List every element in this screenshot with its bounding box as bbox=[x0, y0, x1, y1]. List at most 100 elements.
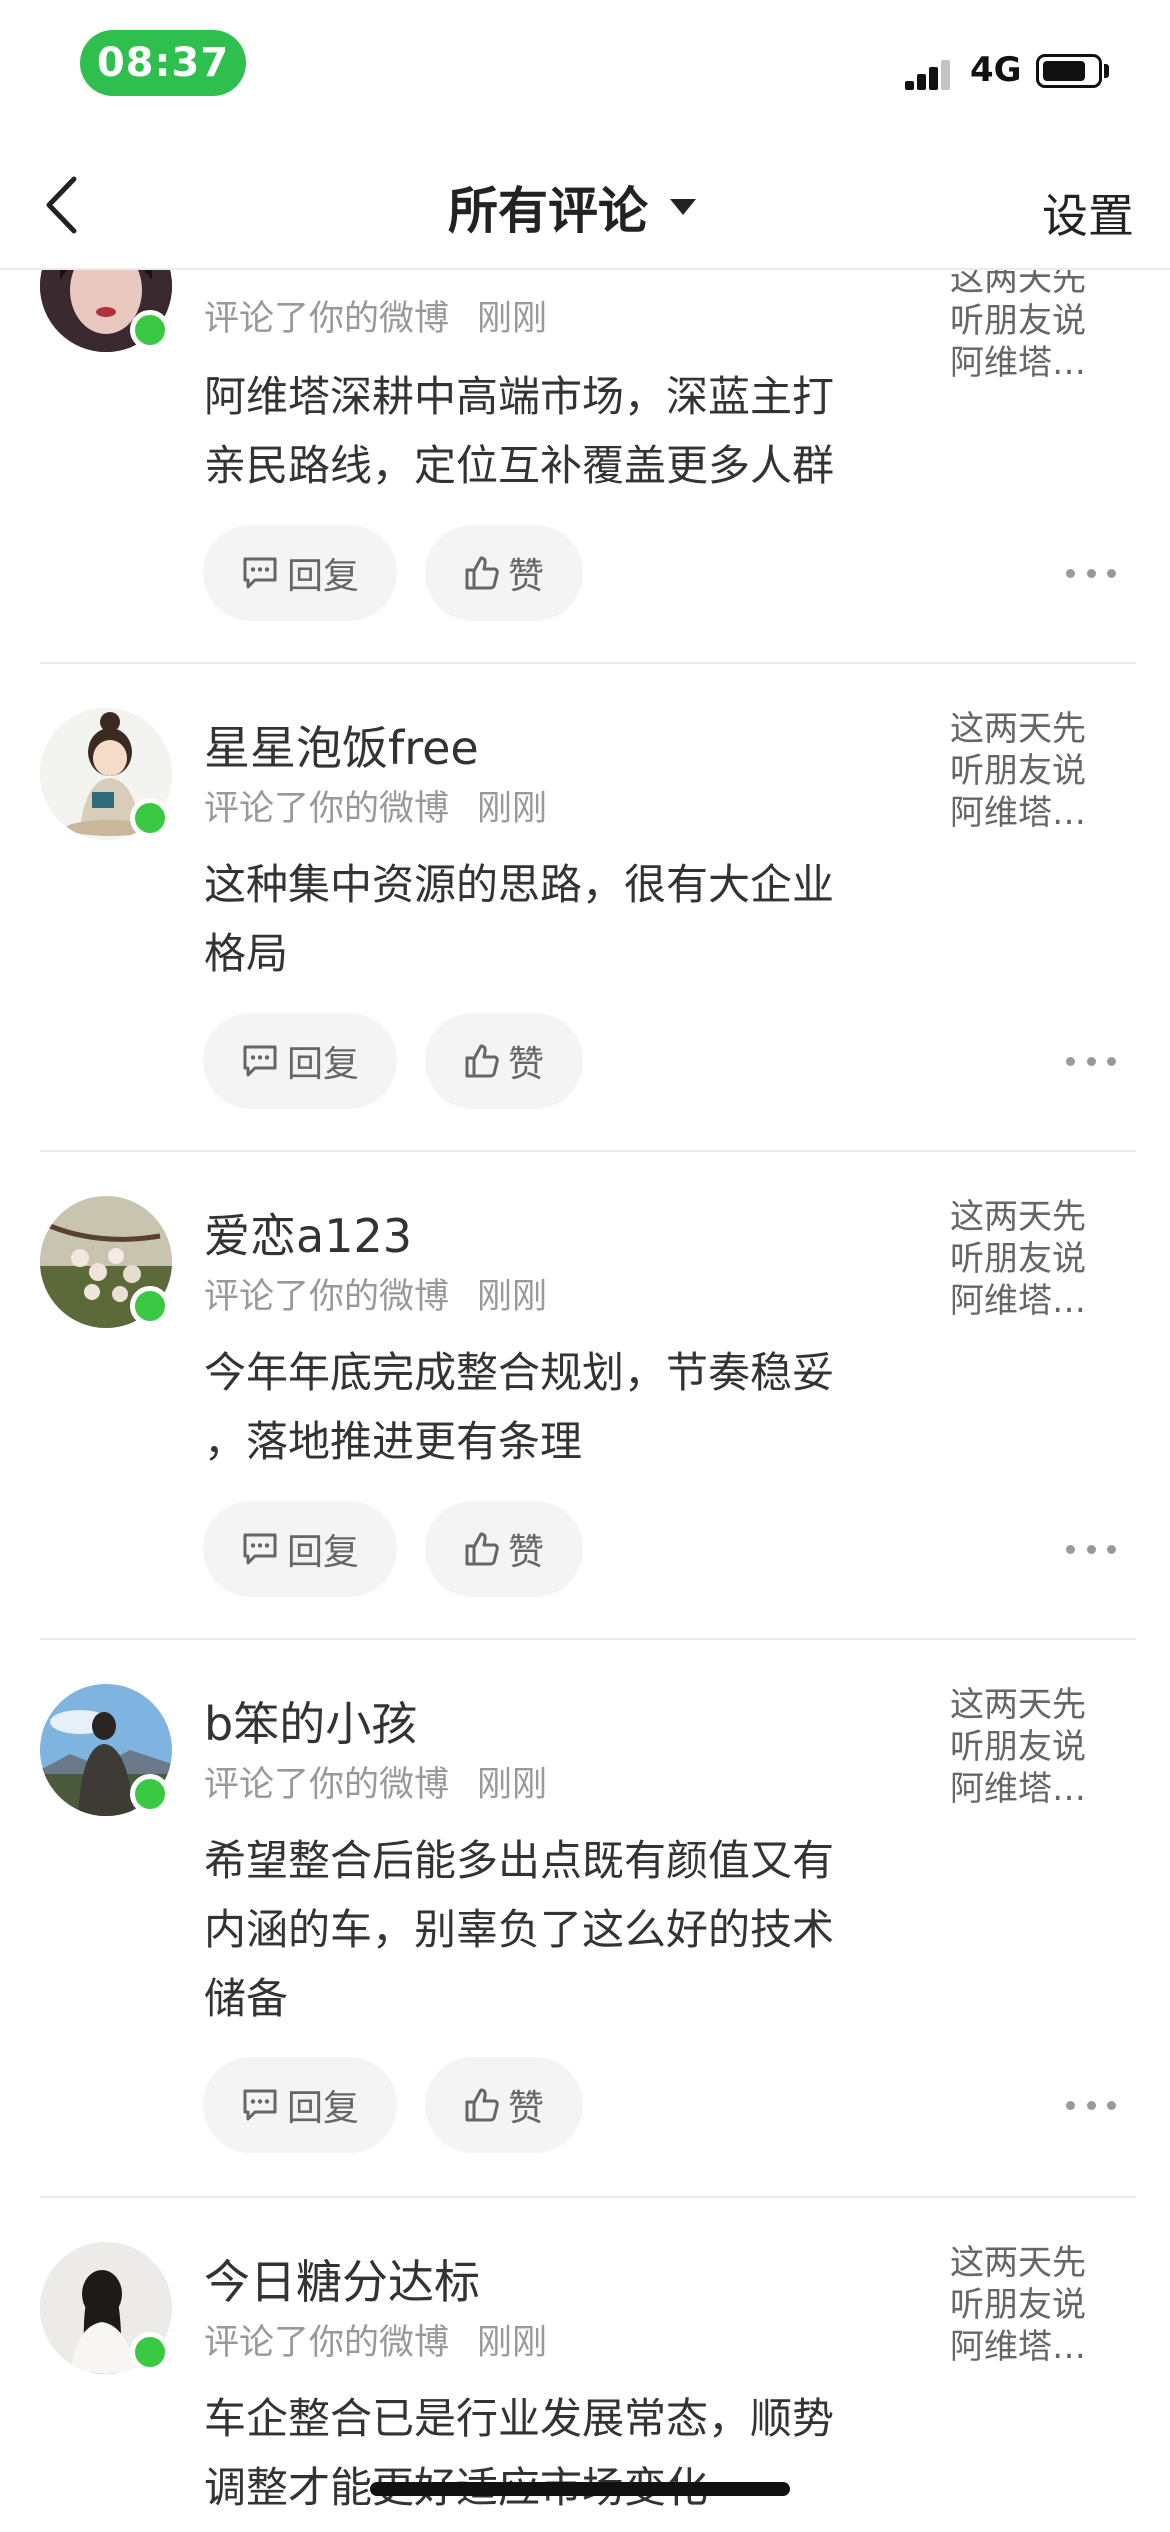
settings-button[interactable]: 设置 bbox=[1042, 180, 1134, 246]
quote-line: 听朋友说 bbox=[950, 1727, 1086, 1767]
thumbs-up-icon bbox=[465, 1532, 499, 1566]
network-type: 4G bbox=[970, 50, 1022, 90]
comment-icon bbox=[243, 1045, 277, 1077]
like-label: 赞 bbox=[507, 1044, 544, 1085]
comment-time: 刚刚 bbox=[477, 299, 548, 339]
quote-line: 听朋友说 bbox=[950, 1239, 1086, 1279]
comment-icon bbox=[243, 1533, 277, 1565]
comment-line: ，落地推进更有条理 bbox=[204, 1417, 583, 1466]
comment-action: 评论了你的微博 bbox=[204, 299, 450, 339]
original-post-preview[interactable]: 这两天先 听朋友说 阿维塔… bbox=[950, 1684, 1110, 1810]
divider bbox=[40, 1150, 1136, 1152]
comment-meta: 评论了你的微博 刚刚 bbox=[204, 2314, 547, 2365]
reply-button[interactable]: 回复 bbox=[203, 2057, 397, 2153]
more-options-icon[interactable] bbox=[1066, 1539, 1116, 1559]
online-status-dot bbox=[130, 1286, 170, 1326]
comment-time: 刚刚 bbox=[477, 789, 548, 829]
online-status-dot bbox=[130, 1774, 170, 1814]
comment-body: 希望整合后能多出点既有颜值又有 内涵的车，别辜负了这么好的技术 储备 bbox=[204, 1826, 904, 2033]
thumbs-up-icon bbox=[465, 2088, 499, 2122]
comment-body: 阿维塔深耕中高端市场，深蓝主打 亲民路线，定位互补覆盖更多人群 bbox=[204, 362, 904, 500]
more-options-icon[interactable] bbox=[1066, 563, 1116, 583]
quote-line: 听朋友说 bbox=[950, 751, 1086, 791]
quote-line: 阿维塔… bbox=[950, 343, 1086, 383]
comment-time: 刚刚 bbox=[477, 1277, 548, 1317]
signal-icon bbox=[905, 60, 950, 90]
back-button[interactable] bbox=[26, 165, 96, 245]
original-post-preview[interactable]: 这两天先 听朋友说 阿维塔… bbox=[950, 1196, 1110, 1322]
comment-body: 这种集中资源的思路，很有大企业 格局 bbox=[204, 850, 904, 988]
quote-line: 阿维塔… bbox=[950, 2327, 1086, 2367]
comment-body: 车企整合已是行业发展常态，顺势 调整才能更好适应市场变化 bbox=[204, 2384, 904, 2522]
comment-action: 评论了你的微博 bbox=[204, 2323, 450, 2363]
comment-body: 今年年底完成整合规划，节奏稳妥 ，落地推进更有条理 bbox=[204, 1338, 904, 1476]
username[interactable]: 爱恋a123 bbox=[204, 1200, 412, 1266]
like-button[interactable]: 赞 bbox=[425, 1501, 583, 1597]
reply-label: 回复 bbox=[286, 2088, 359, 2129]
comment-time: 刚刚 bbox=[477, 1765, 548, 1805]
like-button[interactable]: 赞 bbox=[425, 525, 583, 621]
online-status-dot bbox=[130, 798, 170, 838]
comment-action: 评论了你的微博 bbox=[204, 789, 450, 829]
divider bbox=[40, 2196, 1136, 2198]
original-post-preview[interactable]: 这两天先 听朋友说 阿维塔… bbox=[950, 270, 1110, 384]
comment-meta: 评论了你的微博 刚刚 bbox=[204, 1756, 547, 1807]
thumbs-up-icon bbox=[465, 556, 499, 590]
battery-icon bbox=[1036, 54, 1102, 88]
quote-line: 听朋友说 bbox=[950, 301, 1086, 341]
reply-label: 回复 bbox=[286, 1532, 359, 1573]
nav-bar: 所有评论 设置 bbox=[0, 140, 1170, 270]
page-title: 所有评论 bbox=[448, 182, 648, 240]
divider bbox=[40, 1638, 1136, 1640]
comment-icon bbox=[243, 557, 277, 589]
comment-action: 评论了你的微博 bbox=[204, 1765, 450, 1805]
status-bar: 08:37 4G bbox=[0, 0, 1170, 140]
comment-line: 内涵的车，别辜负了这么好的技术 bbox=[204, 1905, 835, 1954]
quote-line: 阿维塔… bbox=[950, 1281, 1086, 1321]
home-indicator[interactable] bbox=[370, 2482, 790, 2496]
like-button[interactable]: 赞 bbox=[425, 1013, 583, 1109]
comment-line: 格局 bbox=[204, 929, 289, 978]
chevron-left-icon bbox=[46, 176, 77, 234]
comment-line: 希望整合后能多出点既有颜值又有 bbox=[204, 1836, 835, 1885]
comment-line: 储备 bbox=[204, 1974, 289, 2023]
original-post-preview[interactable]: 这两天先 听朋友说 阿维塔… bbox=[950, 2242, 1110, 2368]
like-label: 赞 bbox=[507, 1532, 544, 1573]
comment-feed[interactable]: 评论了你的微博 刚刚 这两天先 听朋友说 阿维塔… 阿维塔深耕中高端市场，深蓝主打… bbox=[0, 270, 1170, 2532]
like-label: 赞 bbox=[507, 556, 544, 597]
more-options-icon[interactable] bbox=[1066, 2095, 1116, 2115]
thumbs-up-icon bbox=[465, 1044, 499, 1078]
quote-line: 阿维塔… bbox=[950, 1769, 1086, 1809]
comment-line: 这种集中资源的思路，很有大企业 bbox=[204, 860, 835, 909]
comment-icon bbox=[243, 2089, 277, 2121]
reply-label: 回复 bbox=[286, 1044, 359, 1085]
comment-line: 车企整合已是行业发展常态，顺势 bbox=[204, 2394, 835, 2443]
battery-cap bbox=[1104, 64, 1109, 78]
divider bbox=[40, 662, 1136, 664]
caret-down-icon bbox=[670, 199, 696, 215]
username[interactable]: 今日糖分达标 bbox=[204, 2246, 480, 2312]
reply-button[interactable]: 回复 bbox=[203, 1501, 397, 1597]
original-post-preview[interactable]: 这两天先 听朋友说 阿维塔… bbox=[950, 708, 1110, 834]
status-time: 08:37 bbox=[80, 30, 246, 96]
like-button[interactable]: 赞 bbox=[425, 2057, 583, 2153]
like-label: 赞 bbox=[507, 2088, 544, 2129]
comment-line: 阿维塔深耕中高端市场，深蓝主打 bbox=[204, 372, 835, 421]
reply-button[interactable]: 回复 bbox=[203, 1013, 397, 1109]
username[interactable]: b笨的小孩 bbox=[204, 1688, 417, 1754]
comment-meta: 评论了你的微博 刚刚 bbox=[204, 1268, 547, 1319]
more-options-icon[interactable] bbox=[1066, 1051, 1116, 1071]
comment-time: 刚刚 bbox=[477, 2323, 548, 2363]
reply-label: 回复 bbox=[286, 556, 359, 597]
username[interactable]: 星星泡饭free bbox=[204, 712, 479, 778]
quote-line: 这两天先 bbox=[950, 2243, 1086, 2283]
quote-line: 这两天先 bbox=[950, 1685, 1086, 1725]
quote-line: 阿维塔… bbox=[950, 793, 1086, 833]
quote-line: 听朋友说 bbox=[950, 2285, 1086, 2325]
online-status-dot bbox=[130, 2332, 170, 2372]
comment-line: 亲民路线，定位互补覆盖更多人群 bbox=[204, 441, 835, 490]
comment-filter-dropdown[interactable]: 所有评论 bbox=[448, 172, 696, 242]
quote-line: 这两天先 bbox=[950, 1197, 1086, 1237]
reply-button[interactable]: 回复 bbox=[203, 525, 397, 621]
comment-meta: 评论了你的微博 刚刚 bbox=[204, 290, 547, 341]
